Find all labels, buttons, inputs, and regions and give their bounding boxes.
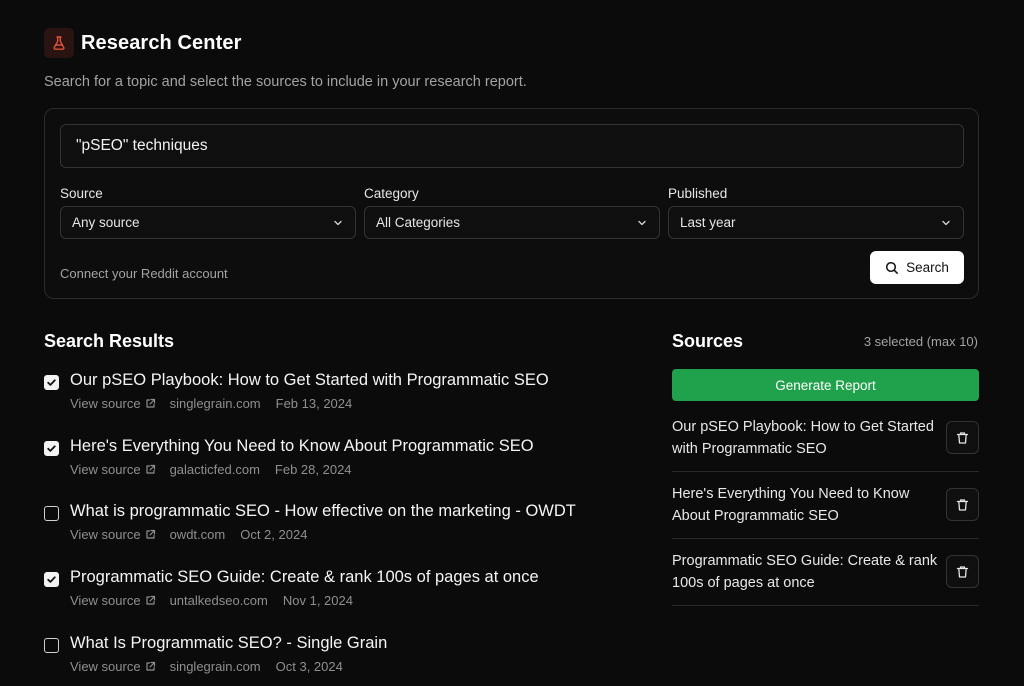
search-results-list: Our pSEO Playbook: How to Get Started wi…: [44, 371, 624, 686]
external-link-icon: [145, 530, 155, 539]
source-select-value: Any source: [72, 215, 140, 230]
category-filter: Category All Categories: [364, 186, 660, 239]
result-domain: galacticfed.com: [169, 461, 260, 477]
result-meta: View source singlegrain.com Feb 13, 2024: [70, 396, 352, 411]
published-filter: Published Last year: [668, 186, 964, 239]
category-filter-label: Category: [364, 186, 419, 201]
chevron-down-icon: [636, 217, 648, 229]
result-title[interactable]: Programmatic SEO Guide: Create & rank 10…: [70, 568, 539, 587]
result-date: Feb 28, 2024: [274, 461, 352, 477]
view-source-link[interactable]: View source: [70, 396, 156, 411]
chevron-down-icon: [940, 217, 952, 229]
checkmark-icon: [47, 445, 56, 452]
result-item: Here's Everything You Need to Know About…: [44, 437, 624, 503]
view-source-link[interactable]: View source: [70, 527, 156, 542]
result-meta: View source untalkedseo.com Nov 1, 2024: [70, 593, 353, 608]
view-source-link[interactable]: View source: [70, 462, 156, 477]
result-title[interactable]: Here's Everything You Need to Know About…: [70, 437, 534, 456]
external-link-icon: [145, 398, 155, 408]
checkmark-icon: [47, 576, 56, 583]
research-center-page: Research Center Search for a topic and s…: [0, 0, 1024, 686]
external-link-icon: [145, 595, 155, 605]
result-domain: owdt.com: [169, 527, 226, 543]
category-select-value: All Categories: [376, 215, 461, 230]
source-filter-label: Source: [60, 186, 103, 201]
sources-heading: Sources: [672, 331, 744, 351]
source-filter: Source Any source: [60, 186, 356, 239]
source-title: Our pSEO Playbook: How to Get Started wi…: [672, 419, 934, 457]
chevron-down-icon: [332, 217, 344, 229]
view-source-link[interactable]: View source: [70, 659, 156, 674]
result-item: What Is Programmatic SEO? - Single Grain…: [44, 634, 624, 686]
external-link-icon: [145, 661, 155, 671]
trash-icon: [956, 498, 969, 511]
view-source-label: View source: [70, 461, 141, 477]
result-checkbox[interactable]: [44, 572, 59, 588]
result-domain: untalkedseo.com: [169, 593, 268, 609]
result-title[interactable]: Our pSEO Playbook: How to Get Started wi…: [70, 371, 549, 390]
trash-icon: [956, 565, 969, 578]
published-filter-label: Published: [668, 186, 728, 201]
source-item: Programmatic SEO Guide: Create & rank 10…: [672, 539, 979, 606]
trash-icon: [956, 431, 969, 444]
source-item: Here's Everything You Need to Know About…: [672, 472, 979, 539]
source-title: Programmatic SEO Guide: Create & rank 10…: [672, 553, 938, 591]
delete-source-button[interactable]: [946, 488, 979, 521]
result-meta: View source owdt.com Oct 2, 2024: [70, 527, 307, 542]
checkmark-icon: [47, 379, 56, 386]
result-title[interactable]: What Is Programmatic SEO? - Single Grain: [70, 634, 387, 653]
view-source-label: View source: [70, 658, 141, 674]
published-select[interactable]: Last year: [668, 206, 964, 239]
result-domain: singlegrain.com: [169, 396, 261, 411]
result-checkbox[interactable]: [44, 637, 59, 653]
view-source-label: View source: [70, 593, 141, 609]
result-item: What is programmatic SEO - How effective…: [44, 502, 624, 568]
result-meta: View source singlegrain.com Oct 3, 2024: [70, 659, 343, 674]
published-select-value: Last year: [680, 215, 736, 230]
view-source-link[interactable]: View source: [70, 593, 156, 608]
search-button[interactable]: Search: [870, 251, 964, 284]
delete-source-button[interactable]: [946, 555, 979, 588]
delete-source-button[interactable]: [946, 421, 979, 454]
result-date: Oct 2, 2024: [240, 527, 308, 543]
result-date: Nov 1, 2024: [282, 593, 353, 609]
flask-icon: [44, 28, 74, 58]
result-date: Feb 13, 2024: [275, 396, 353, 411]
result-item: Programmatic SEO Guide: Create & rank 10…: [44, 568, 624, 634]
result-checkbox[interactable]: [44, 440, 59, 456]
result-item: Our pSEO Playbook: How to Get Started wi…: [44, 371, 624, 437]
sources-list: Our pSEO Playbook: How to Get Started wi…: [672, 405, 979, 606]
page-header: Research Center: [44, 28, 241, 58]
view-source-label: View source: [70, 527, 141, 543]
result-title[interactable]: What is programmatic SEO - How effective…: [70, 502, 576, 521]
result-checkbox[interactable]: [44, 375, 59, 390]
connect-reddit-link[interactable]: Connect your Reddit account: [60, 266, 228, 281]
page-subtitle: Search for a topic and select the source…: [44, 74, 527, 90]
result-domain: singlegrain.com: [169, 658, 261, 674]
source-title: Here's Everything You Need to Know About…: [672, 486, 910, 524]
result-checkbox[interactable]: [44, 506, 59, 522]
source-item: Our pSEO Playbook: How to Get Started wi…: [672, 405, 979, 472]
search-panel: Source Any source Category All Categorie…: [44, 108, 979, 299]
result-meta: View source galacticfed.com Feb 28, 2024: [70, 462, 352, 477]
sources-count: 3 selected (max 10): [863, 334, 978, 349]
view-source-label: View source: [70, 396, 141, 411]
page-title: Research Center: [81, 31, 242, 54]
external-link-icon: [145, 464, 155, 474]
search-results-heading: Search Results: [44, 331, 175, 351]
result-date: Oct 3, 2024: [275, 658, 343, 674]
search-icon: [885, 261, 899, 275]
source-select[interactable]: Any source: [60, 206, 356, 239]
category-select[interactable]: All Categories: [364, 206, 660, 239]
search-query-input[interactable]: [60, 124, 964, 168]
generate-report-button[interactable]: Generate Report: [672, 369, 979, 401]
search-button-label: Search: [906, 260, 949, 275]
